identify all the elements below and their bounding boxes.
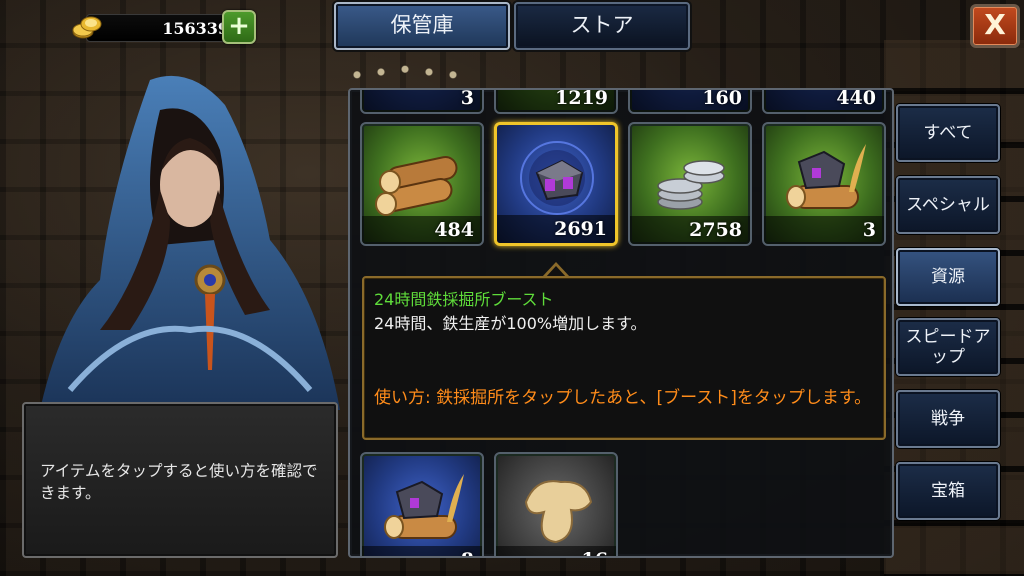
gold-coins-icon	[72, 16, 102, 39]
chandelier-decoration	[345, 58, 465, 86]
item-tile-food[interactable]: 16	[494, 452, 618, 556]
item-count: 3	[460, 88, 474, 109]
resource-bundle-icon	[384, 474, 464, 539]
item-tile[interactable]: 160	[628, 88, 752, 114]
iron-boost-icon	[520, 141, 594, 215]
item-tile[interactable]: 440	[762, 88, 886, 114]
item-count: 484	[434, 219, 474, 241]
category-war[interactable]: 戦争	[896, 390, 1000, 448]
advisor-character-portrait	[40, 75, 340, 410]
item-tile[interactable]: 3	[360, 88, 484, 114]
item-tile-iron-boost[interactable]: 2691	[494, 122, 618, 246]
item-tile-wood[interactable]: 484	[360, 122, 484, 246]
silver-coins-icon	[657, 160, 725, 210]
tab-store[interactable]: ストア	[514, 2, 690, 50]
tooltip-description: 24時間、鉄生産が100%増加します。	[374, 314, 647, 333]
close-button[interactable]: X	[970, 4, 1020, 48]
item-count: 8	[461, 549, 474, 556]
gold-amount: 156339	[162, 19, 229, 38]
item-count: 160	[702, 88, 742, 109]
category-chest[interactable]: 宝箱	[896, 462, 1000, 520]
tab-storage[interactable]: 保管庫	[334, 2, 510, 50]
resource-bundle-icon	[786, 144, 866, 209]
item-count: 16	[582, 549, 608, 556]
gold-currency-bar: 156339 +	[72, 10, 260, 44]
add-gold-button[interactable]: +	[222, 10, 256, 44]
item-tile-resource-bundle[interactable]: 3	[762, 122, 886, 246]
item-count: 440	[836, 88, 876, 109]
item-tile-resource-bundle[interactable]: 8	[360, 452, 484, 556]
item-count: 3	[862, 219, 876, 241]
item-tooltip: 24時間鉄採掘所ブースト 24時間、鉄生産が100%増加します。 使い方: 鉄採…	[362, 276, 886, 440]
item-tile[interactable]: 1219	[494, 88, 618, 114]
tooltip-usage: 使い方: 鉄採掘所をタップしたあと、[ブースト]をタップします。	[374, 388, 872, 408]
tooltip-title: 24時間鉄採掘所ブースト	[374, 290, 554, 309]
category-resources[interactable]: 資源	[896, 248, 1000, 306]
category-speedup[interactable]: スピードアップ	[896, 318, 1000, 376]
inventory-panel: 3 1219 160 440 484 2691 2758 3 24時間鉄採掘所ブ…	[348, 88, 894, 558]
hint-panel: アイテムをタップすると使い方を確認できます。	[22, 402, 338, 558]
gold-amount-box: 156339	[86, 14, 236, 42]
category-all[interactable]: すべて	[896, 104, 1000, 162]
category-special[interactable]: スペシャル	[896, 176, 1000, 234]
food-icon	[524, 480, 593, 544]
item-count: 2758	[689, 219, 742, 241]
wood-icon	[375, 156, 458, 216]
item-count: 2691	[554, 218, 607, 240]
item-count: 1219	[555, 88, 608, 109]
hint-text: アイテムをタップすると使い方を確認できます。	[40, 462, 318, 502]
item-tile-silver[interactable]: 2758	[628, 122, 752, 246]
